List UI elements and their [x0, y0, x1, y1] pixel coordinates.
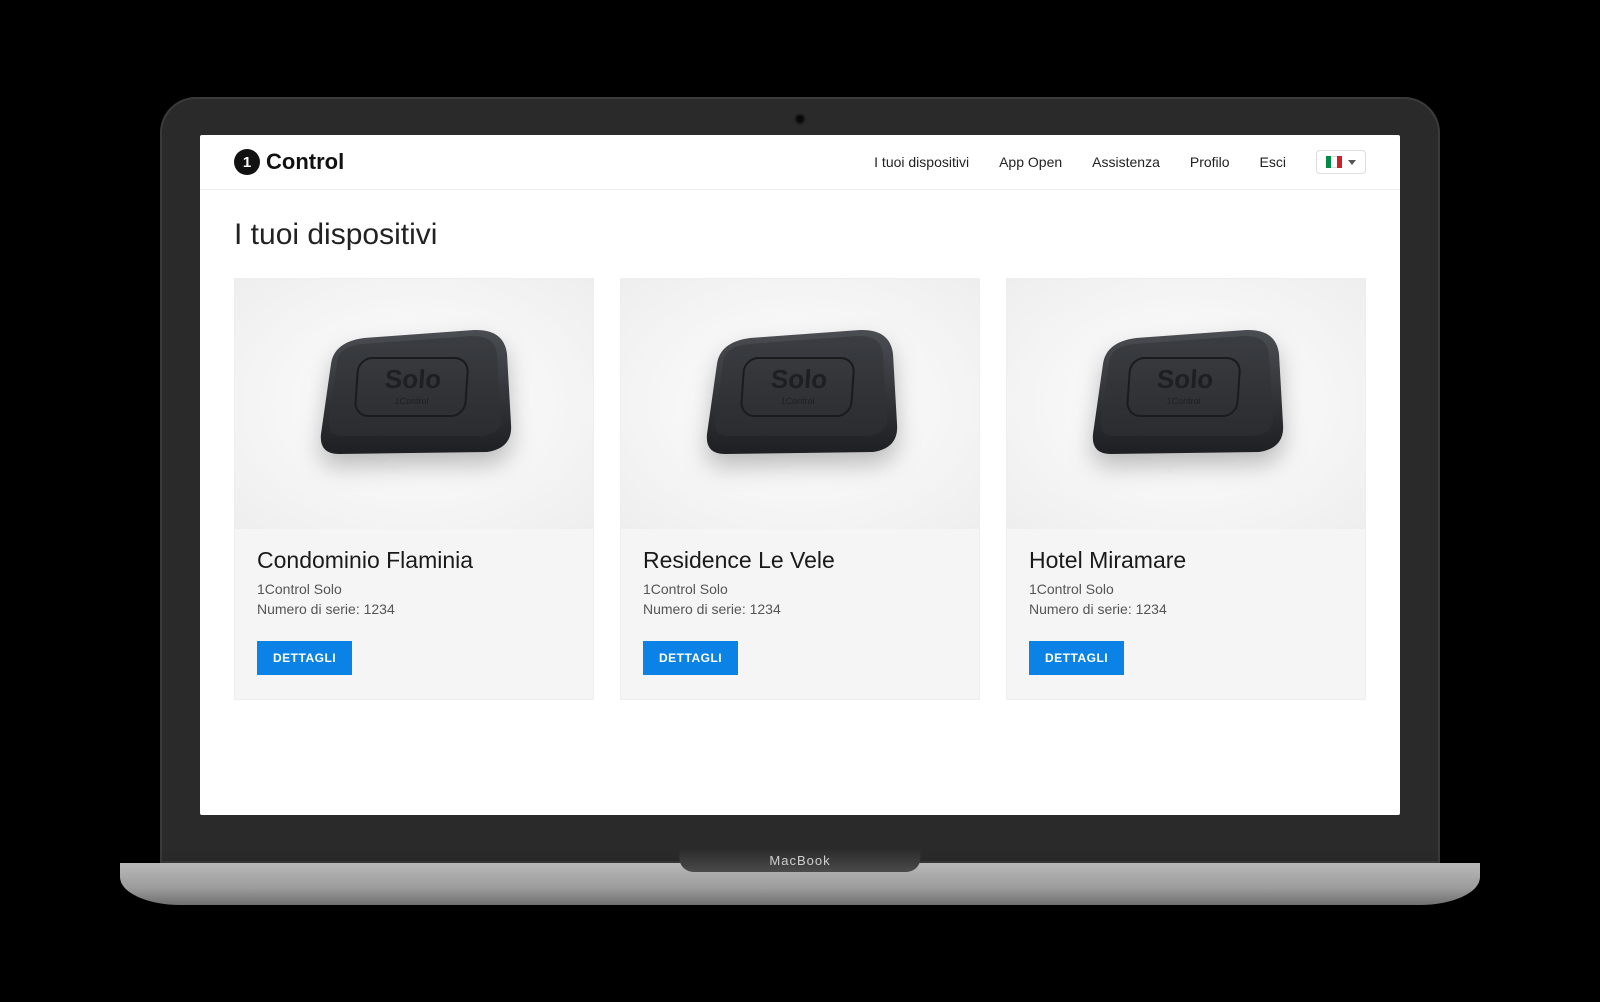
device-name: Residence Le Vele: [643, 547, 957, 574]
device-card-body: Condominio Flaminia 1Control Solo Numero…: [235, 529, 593, 699]
brand-name: Control: [266, 149, 344, 175]
page-title: I tuoi dispositivi: [234, 218, 1366, 252]
details-button[interactable]: DETTAGLI: [643, 641, 738, 675]
chevron-down-icon: [1348, 160, 1356, 165]
device-name: Condominio Flaminia: [257, 547, 571, 574]
svg-text:Solo: Solo: [770, 364, 828, 394]
nav-assistance[interactable]: Assistenza: [1092, 154, 1160, 170]
device-card-grid: Solo 1Control Condominio Flaminia 1Contr…: [234, 278, 1366, 700]
language-selector[interactable]: [1316, 150, 1366, 174]
device-name: Hotel Miramare: [1029, 547, 1343, 574]
device-model: 1Control Solo: [257, 580, 571, 600]
brand-logo[interactable]: 1 Control: [234, 149, 344, 175]
device-solo-icon: Solo 1Control: [1081, 324, 1291, 484]
device-serial: Numero di serie: 1234: [1029, 600, 1343, 620]
device-card: Solo 1Control Residence Le Vele 1Control…: [620, 278, 980, 700]
details-button[interactable]: DETTAGLI: [257, 641, 352, 675]
flag-italy-icon: [1326, 156, 1342, 168]
svg-text:1Control: 1Control: [394, 396, 429, 406]
device-serial: Numero di serie: 1234: [643, 600, 957, 620]
device-image: Solo 1Control: [621, 279, 979, 529]
device-card: Solo 1Control Hotel Miramare 1Control So…: [1006, 278, 1366, 700]
device-card-body: Residence Le Vele 1Control Solo Numero d…: [621, 529, 979, 699]
details-button[interactable]: DETTAGLI: [1029, 641, 1124, 675]
svg-text:1Control: 1Control: [1166, 396, 1201, 406]
laptop-base: MacBook: [120, 863, 1480, 905]
svg-text:Solo: Solo: [1156, 364, 1214, 394]
svg-text:Solo: Solo: [384, 364, 442, 394]
device-solo-icon: Solo 1Control: [309, 324, 519, 484]
app-header: 1 Control I tuoi dispositivi App Open As…: [200, 135, 1400, 190]
device-serial: Numero di serie: 1234: [257, 600, 571, 620]
brand-mark-icon: 1: [234, 149, 260, 175]
device-image: Solo 1Control: [1007, 279, 1365, 529]
laptop-brand-label: MacBook: [679, 849, 920, 872]
nav-app-open[interactable]: App Open: [999, 154, 1062, 170]
device-model: 1Control Solo: [1029, 580, 1343, 600]
device-solo-icon: Solo 1Control: [695, 324, 905, 484]
laptop-mockup: 1 Control I tuoi dispositivi App Open As…: [160, 97, 1440, 905]
nav-devices[interactable]: I tuoi dispositivi: [874, 154, 969, 170]
page-main: I tuoi dispositivi: [200, 190, 1400, 728]
laptop-screen-bezel: 1 Control I tuoi dispositivi App Open As…: [160, 97, 1440, 863]
device-card-body: Hotel Miramare 1Control Solo Numero di s…: [1007, 529, 1365, 699]
camera-icon: [796, 115, 804, 123]
device-card: Solo 1Control Condominio Flaminia 1Contr…: [234, 278, 594, 700]
app-viewport: 1 Control I tuoi dispositivi App Open As…: [200, 135, 1400, 815]
main-nav: I tuoi dispositivi App Open Assistenza P…: [874, 150, 1366, 174]
device-model: 1Control Solo: [643, 580, 957, 600]
nav-profile[interactable]: Profilo: [1190, 154, 1230, 170]
nav-logout[interactable]: Esci: [1260, 154, 1286, 170]
device-image: Solo 1Control: [235, 279, 593, 529]
svg-text:1Control: 1Control: [780, 396, 815, 406]
